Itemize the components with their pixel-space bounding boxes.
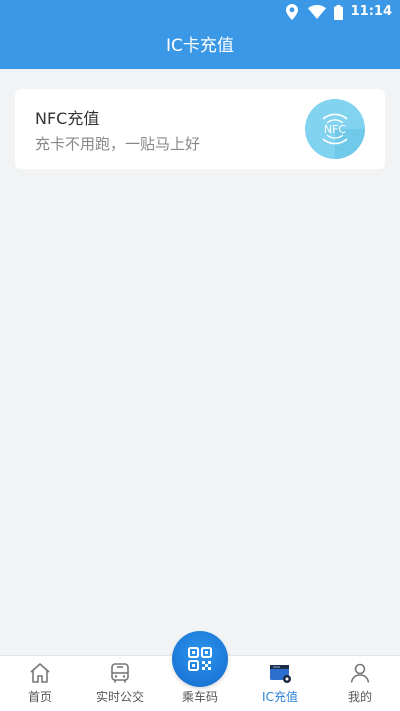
home-icon [30,663,50,683]
card-subtitle: 充卡不用跑，一贴马上好 [35,135,201,153]
tab-bus-label: 实时公交 [95,690,144,704]
tab-ic-recharge[interactable]: IC充值 [240,656,320,711]
wifi-icon [307,5,326,19]
tab-home[interactable]: 首页 [0,656,80,711]
tab-mine-label: 我的 [347,690,372,704]
ic-card-icon [270,665,291,683]
page-title: IC卡充值 [166,36,234,56]
title-bar: IC卡充值 [0,24,400,69]
tab-home-label: 首页 [27,690,52,704]
ride-code-button[interactable] [172,631,228,687]
status-time: 11:14 [350,4,392,19]
card-title: NFC充值 [35,109,100,128]
user-icon [350,663,370,683]
location-icon [285,4,298,20]
tab-mine[interactable]: 我的 [320,656,400,711]
bus-icon [111,663,129,683]
battery-icon [333,4,343,20]
tab-ic-recharge-label: IC充值 [262,690,298,704]
tab-realtime-bus[interactable]: 实时公交 [80,656,160,711]
nfc-icon: NFC [305,99,365,159]
tab-ride-code-label: 乘车码 [181,690,218,704]
qr-code-icon [188,647,212,671]
nfc-badge-text: NFC [324,123,347,136]
status-icons: 11:14 [285,3,392,21]
nfc-recharge-card[interactable]: NFC充值 充卡不用跑，一贴马上好 NFC [15,89,385,169]
status-bar: 11:14 [0,0,400,24]
